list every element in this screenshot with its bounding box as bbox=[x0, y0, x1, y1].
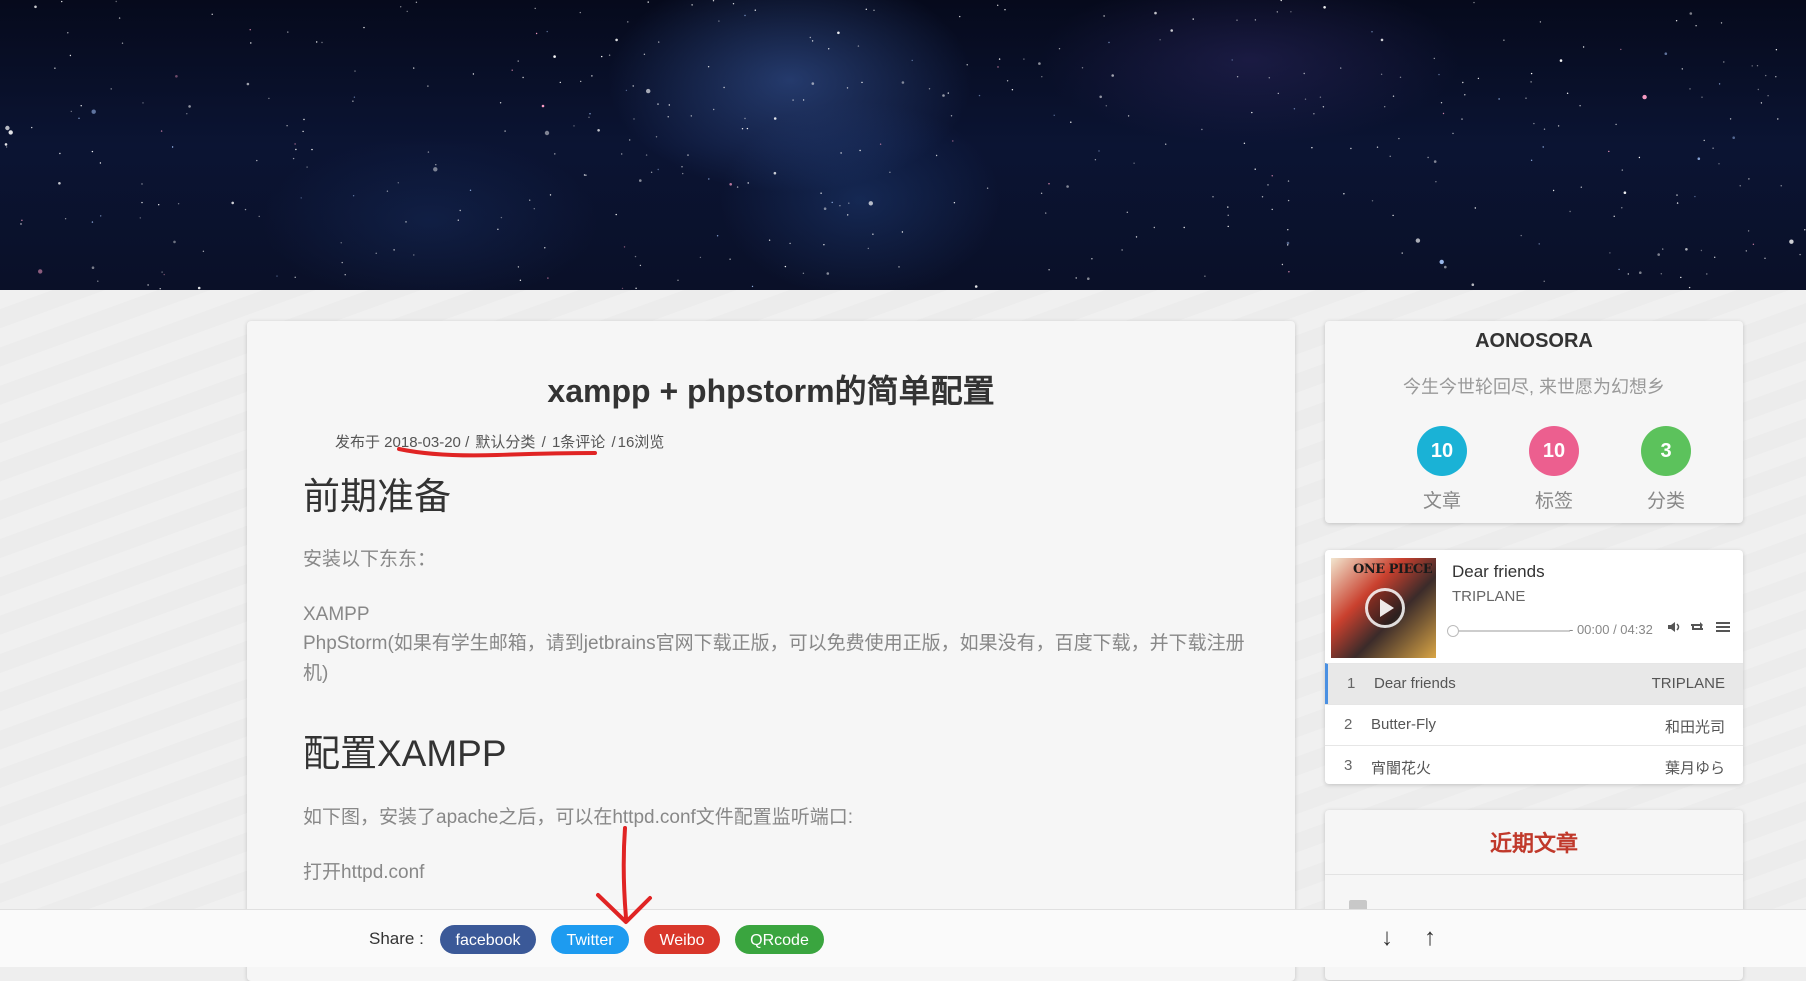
red-underline-annotation bbox=[397, 447, 597, 458]
share-qrcode-button[interactable]: QRcode bbox=[735, 925, 824, 954]
playlist: 1 Dear friends TRIPLANE 2 Butter-Fly 和田光… bbox=[1325, 663, 1743, 786]
stat-categories-count: 3 bbox=[1641, 426, 1691, 476]
play-icon[interactable] bbox=[1365, 588, 1405, 628]
stat-posts-count: 10 bbox=[1417, 426, 1467, 476]
paragraph-phpstorm: PhpStorm(如果有学生邮箱，请到jetbrains官网下载正版，可以免费使… bbox=[303, 633, 1245, 684]
paragraph-xampp: XAMPP bbox=[303, 604, 370, 625]
site-motto: 今生今世轮回尽, 来世愿为幻想乡 bbox=[1402, 377, 1665, 397]
share-weibo-button[interactable]: Weibo bbox=[644, 925, 720, 954]
music-player: ONE PIECE Dear friends TRIPLANE - 00:00 … bbox=[1325, 550, 1743, 784]
progress-bar[interactable] bbox=[1455, 630, 1570, 632]
share-bar: Share : facebook Twitter Weibo QRcode ↓ … bbox=[0, 909, 1806, 967]
time-display: - 00:00 / 04:32 bbox=[1569, 622, 1653, 637]
scroll-up-button[interactable]: ↑ bbox=[1424, 924, 1436, 952]
stat-categories-label: 分类 bbox=[1646, 491, 1685, 512]
divider bbox=[1325, 874, 1743, 875]
stat-tags-label: 标签 bbox=[1534, 491, 1573, 512]
header-starfield-banner bbox=[0, 0, 1806, 290]
volume-icon[interactable] bbox=[1667, 620, 1681, 637]
stat-posts-label: 文章 bbox=[1422, 491, 1461, 512]
site-name: AONOSORA bbox=[1475, 330, 1593, 352]
starfield-image bbox=[4, 0, 1806, 290]
article-card: xampp + phpstorm的简单配置 发布于 2018-03-20 / 默… bbox=[247, 321, 1295, 981]
section-heading-prep: 前期准备 bbox=[303, 476, 451, 517]
section-heading-config: 配置XAMPP bbox=[303, 733, 507, 774]
progress-handle[interactable] bbox=[1447, 625, 1459, 637]
meta-views: 16浏览 bbox=[617, 434, 665, 451]
album-cover-title: ONE PIECE bbox=[1353, 562, 1433, 577]
current-song-title: Dear friends bbox=[1452, 562, 1545, 581]
loop-icon[interactable] bbox=[1689, 620, 1705, 637]
stat-tags-count: 10 bbox=[1529, 426, 1579, 476]
playlist-menu-icon[interactable] bbox=[1716, 620, 1730, 637]
scroll-down-button[interactable]: ↓ bbox=[1381, 924, 1393, 952]
playlist-item[interactable]: 3 宵闇花火 葉月ゆら bbox=[1325, 745, 1743, 786]
current-song-artist: TRIPLANE bbox=[1452, 588, 1526, 605]
playlist-item[interactable]: 2 Butter-Fly 和田光司 bbox=[1325, 704, 1743, 745]
profile-card: AONOSORA 今生今世轮回尽, 来世愿为幻想乡 10 文章 10 标签 3 … bbox=[1325, 321, 1743, 523]
recent-posts-heading: 近期文章 bbox=[1489, 831, 1578, 856]
paragraph-httpd: 如下图，安装了apache之后，可以在httpd.conf文件配置监听端口: bbox=[303, 807, 854, 828]
playlist-item[interactable]: 1 Dear friends TRIPLANE bbox=[1325, 663, 1743, 704]
stat-posts[interactable]: 10 文章 bbox=[1402, 426, 1482, 513]
share-twitter-button[interactable]: Twitter bbox=[551, 925, 629, 954]
paragraph-open-httpd: 打开httpd.conf bbox=[303, 862, 425, 883]
article-title: xampp + phpstorm的简单配置 bbox=[547, 373, 995, 409]
album-cover[interactable]: ONE PIECE bbox=[1331, 558, 1436, 658]
stat-tags[interactable]: 10 标签 bbox=[1514, 426, 1594, 513]
paragraph-intro: 安装以下东东： bbox=[303, 549, 437, 570]
stat-categories[interactable]: 3 分类 bbox=[1626, 426, 1706, 513]
share-label: Share : bbox=[369, 929, 424, 948]
share-facebook-button[interactable]: facebook bbox=[440, 925, 536, 954]
